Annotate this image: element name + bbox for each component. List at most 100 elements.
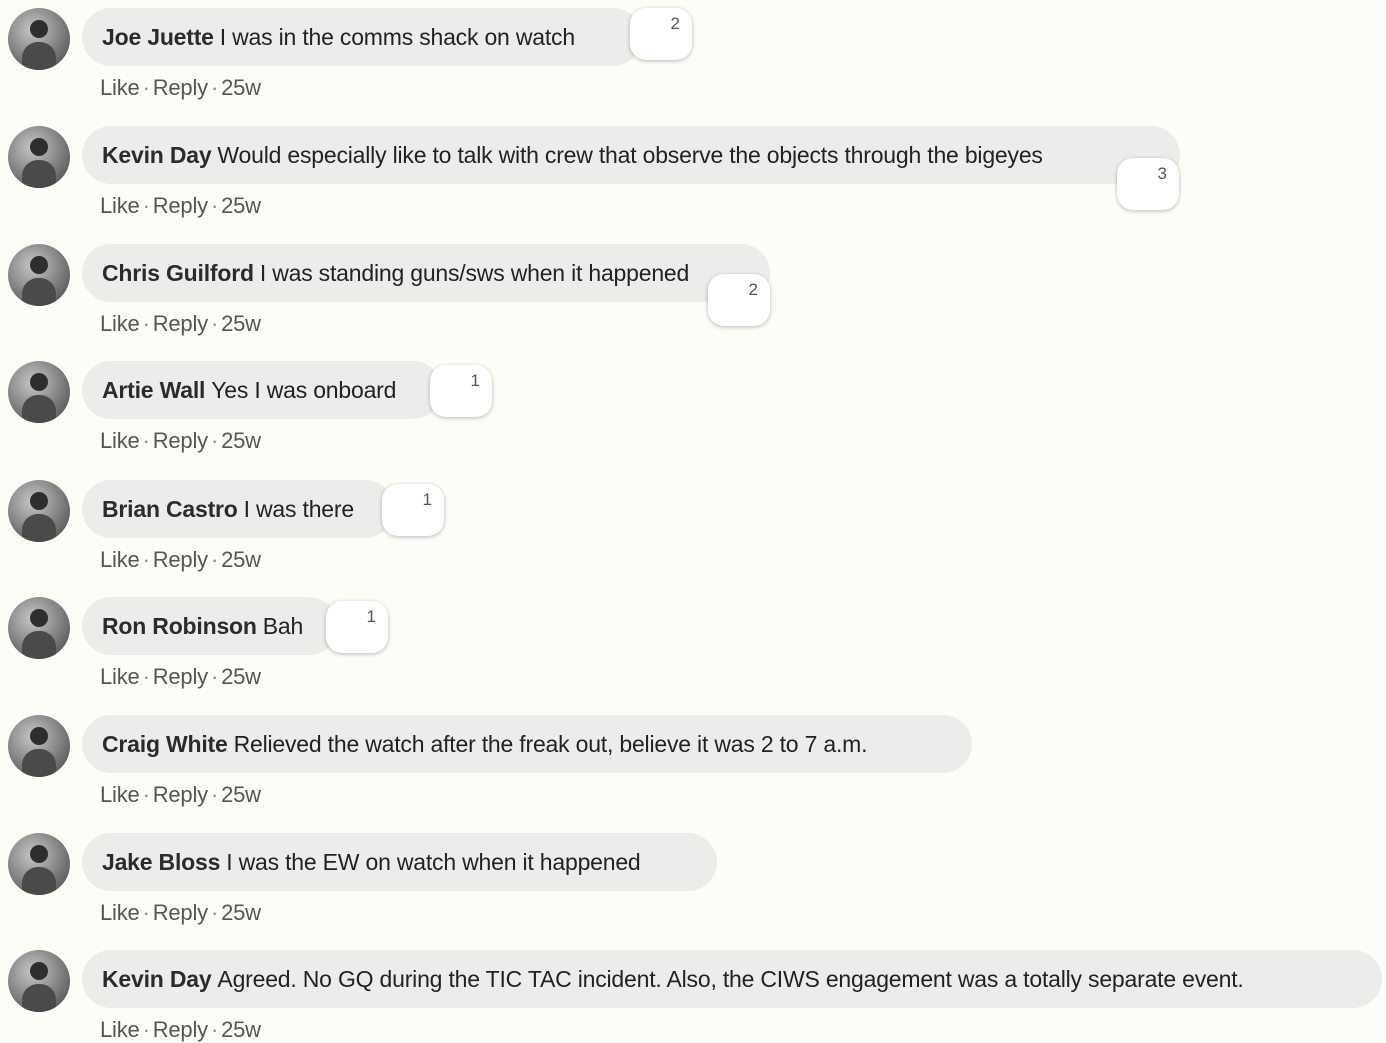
- avatar[interactable]: [8, 8, 70, 70]
- comment-timestamp[interactable]: 25w: [221, 311, 261, 336]
- separator-dot: ·: [142, 428, 150, 453]
- comment-actions: Like · Reply · 25w: [100, 547, 261, 573]
- comment-timestamp[interactable]: 25w: [221, 193, 261, 218]
- separator-dot: ·: [210, 900, 219, 925]
- reaction-count: 1: [422, 490, 432, 509]
- reply-button[interactable]: Reply: [153, 547, 208, 572]
- comment-text: Relieved the watch after the freak out, …: [233, 730, 868, 757]
- separator-dot: ·: [142, 547, 150, 572]
- reply-button[interactable]: Reply: [153, 900, 208, 925]
- comment-text: Yes I was onboard: [211, 376, 397, 403]
- separator-dot: ·: [142, 75, 150, 100]
- comment-timestamp[interactable]: 25w: [221, 75, 261, 100]
- comment-text: I was the EW on watch when it happened: [226, 848, 641, 875]
- like-button[interactable]: Like: [100, 311, 140, 336]
- comment-item: Chris Guilford I was standing guns/sws w…: [0, 236, 1386, 346]
- comment-actions: Like · Reply · 25w: [100, 311, 261, 337]
- reaction-count: 1: [366, 607, 376, 626]
- reaction-count: 1: [470, 371, 480, 390]
- avatar[interactable]: [8, 950, 70, 1012]
- like-button[interactable]: Like: [100, 1017, 140, 1042]
- separator-dot: ·: [210, 664, 219, 689]
- reply-button[interactable]: Reply: [153, 311, 208, 336]
- comment-text: I was standing guns/sws when it happened: [259, 259, 690, 286]
- avatar[interactable]: [8, 361, 70, 423]
- reaction-count-badge[interactable]: 1: [326, 601, 388, 653]
- like-button[interactable]: Like: [100, 428, 140, 453]
- comment-bubble: Ron Robinson Bah: [82, 597, 338, 655]
- separator-dot: ·: [210, 1017, 219, 1042]
- reaction-count-badge[interactable]: 1: [382, 484, 444, 536]
- comment-item: Artie Wall Yes I was onboard 1 Like · Repl…: [0, 353, 1386, 463]
- like-button[interactable]: Like: [100, 664, 140, 689]
- avatar[interactable]: [8, 597, 70, 659]
- comment-bubble: Jake Bloss I was the EW on watch when it…: [82, 833, 717, 891]
- avatar[interactable]: [8, 833, 70, 895]
- reaction-count-badge[interactable]: 3: [1117, 158, 1179, 210]
- comment-author[interactable]: Jake Bloss: [102, 849, 220, 876]
- comment-bubble: Chris Guilford I was standing guns/sws w…: [82, 244, 770, 302]
- comment-item: Craig White Relieved the watch after the…: [0, 707, 1386, 817]
- like-button[interactable]: Like: [100, 75, 140, 100]
- reply-button[interactable]: Reply: [153, 664, 208, 689]
- comment-bubble: Artie Wall Yes I was onboard: [82, 361, 442, 419]
- like-button[interactable]: Like: [100, 547, 140, 572]
- reply-button[interactable]: Reply: [153, 1017, 208, 1042]
- comment-item: Kevin Day Agreed. No GQ during the TIC T…: [0, 942, 1386, 1043]
- reaction-count-badge[interactable]: 2: [708, 274, 770, 326]
- comment-item: Kevin Day Would especially like to talk …: [0, 118, 1386, 228]
- comment-actions: Like · Reply · 25w: [100, 1017, 261, 1043]
- reaction-count: 3: [1157, 164, 1167, 183]
- comment-timestamp[interactable]: 25w: [221, 1017, 261, 1042]
- comment-text: I was in the comms shack on watch: [219, 23, 575, 50]
- separator-dot: ·: [210, 428, 219, 453]
- comment-actions: Like · Reply · 25w: [100, 782, 261, 808]
- comment-author[interactable]: Craig White: [102, 731, 228, 758]
- comment-actions: Like · Reply · 25w: [100, 193, 261, 219]
- reaction-count-badge[interactable]: 2: [630, 8, 692, 60]
- comment-bubble: Kevin Day Agreed. No GQ during the TIC T…: [82, 950, 1382, 1008]
- separator-dot: ·: [210, 782, 219, 807]
- comment-timestamp[interactable]: 25w: [221, 664, 261, 689]
- like-button[interactable]: Like: [100, 782, 140, 807]
- comment-actions: Like · Reply · 25w: [100, 664, 261, 690]
- comment-author[interactable]: Brian Castro: [102, 496, 238, 523]
- separator-dot: ·: [210, 547, 219, 572]
- like-button[interactable]: Like: [100, 193, 140, 218]
- avatar[interactable]: [8, 126, 70, 188]
- comment-bubble: Joe Juette I was in the comms shack on w…: [82, 8, 642, 66]
- reaction-count: 2: [748, 280, 758, 299]
- comment-text: Would especially like to talk with crew …: [217, 141, 1043, 168]
- comment-author[interactable]: Kevin Day: [102, 966, 212, 993]
- separator-dot: ·: [142, 1017, 150, 1042]
- reaction-count-badge[interactable]: 1: [430, 365, 492, 417]
- comment-item: Jake Bloss I was the EW on watch when it…: [0, 825, 1386, 935]
- comment-text: Agreed. No GQ during the TIC TAC inciden…: [217, 965, 1244, 992]
- comment-actions: Like · Reply · 25w: [100, 75, 261, 101]
- reaction-count: 2: [670, 14, 680, 33]
- comment-timestamp[interactable]: 25w: [221, 547, 261, 572]
- comment-author[interactable]: Chris Guilford: [102, 260, 254, 287]
- avatar[interactable]: [8, 244, 70, 306]
- comment-author[interactable]: Kevin Day: [102, 142, 212, 169]
- comment-text: Bah: [262, 612, 304, 639]
- avatar[interactable]: [8, 480, 70, 542]
- comment-author[interactable]: Artie Wall: [102, 377, 205, 404]
- reply-button[interactable]: Reply: [153, 782, 208, 807]
- comment-timestamp[interactable]: 25w: [221, 782, 261, 807]
- comment-item: Brian Castro I was there 1 Like · Reply · 25…: [0, 472, 1386, 582]
- comment-author[interactable]: Joe Juette: [102, 24, 214, 51]
- separator-dot: ·: [142, 900, 150, 925]
- comment-timestamp[interactable]: 25w: [221, 900, 261, 925]
- reply-button[interactable]: Reply: [153, 193, 208, 218]
- comment-author[interactable]: Ron Robinson: [102, 613, 257, 640]
- reply-button[interactable]: Reply: [153, 75, 208, 100]
- separator-dot: ·: [142, 311, 150, 336]
- comment-thread: Joe Juette I was in the comms shack on w…: [0, 0, 1386, 1043]
- comment-timestamp[interactable]: 25w: [221, 428, 261, 453]
- comment-item: Ron Robinson Bah 1 Like · Reply · 25w: [0, 589, 1386, 699]
- avatar[interactable]: [8, 715, 70, 777]
- reply-button[interactable]: Reply: [153, 428, 208, 453]
- separator-dot: ·: [142, 664, 150, 689]
- like-button[interactable]: Like: [100, 900, 140, 925]
